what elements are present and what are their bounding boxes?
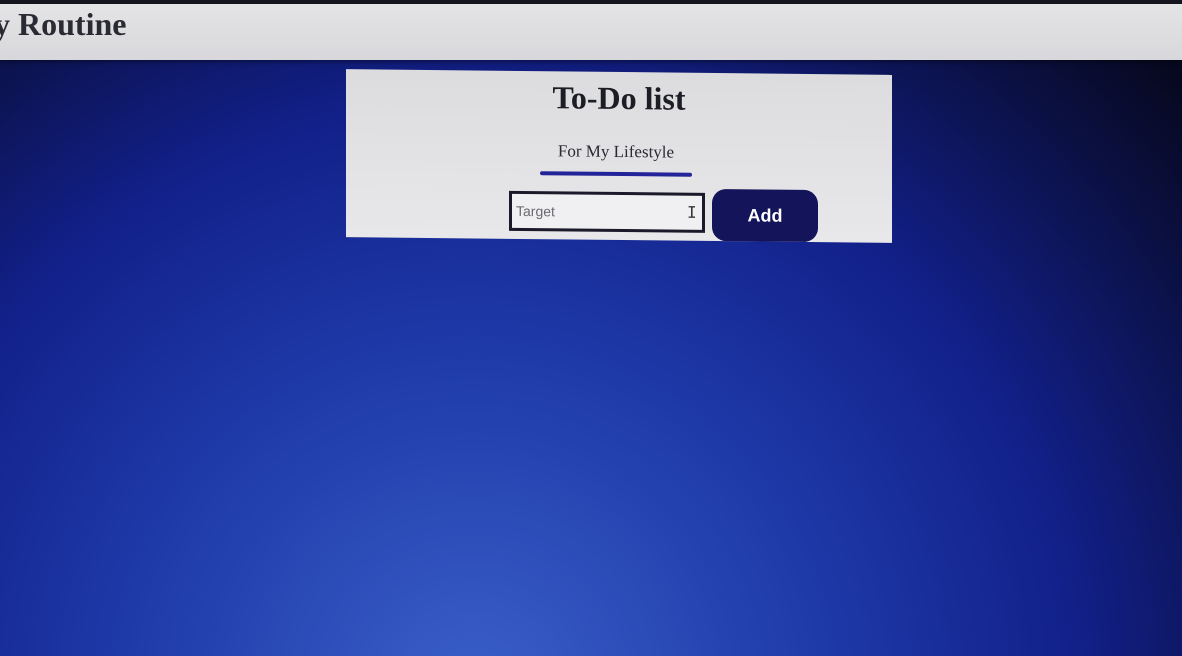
todo-subtitle: For My Lifestyle [557,141,675,162]
text-cursor-icon: I [687,202,697,222]
page-title: y Routine [0,6,127,42]
add-button[interactable]: Add [712,188,818,243]
target-input[interactable] [509,190,705,233]
subtitle-underline [540,171,692,177]
page-header: y Routine [0,4,1182,60]
todo-title: To-Do list [552,79,686,117]
todo-card: To-Do list For My Lifestyle I Add [346,69,892,243]
